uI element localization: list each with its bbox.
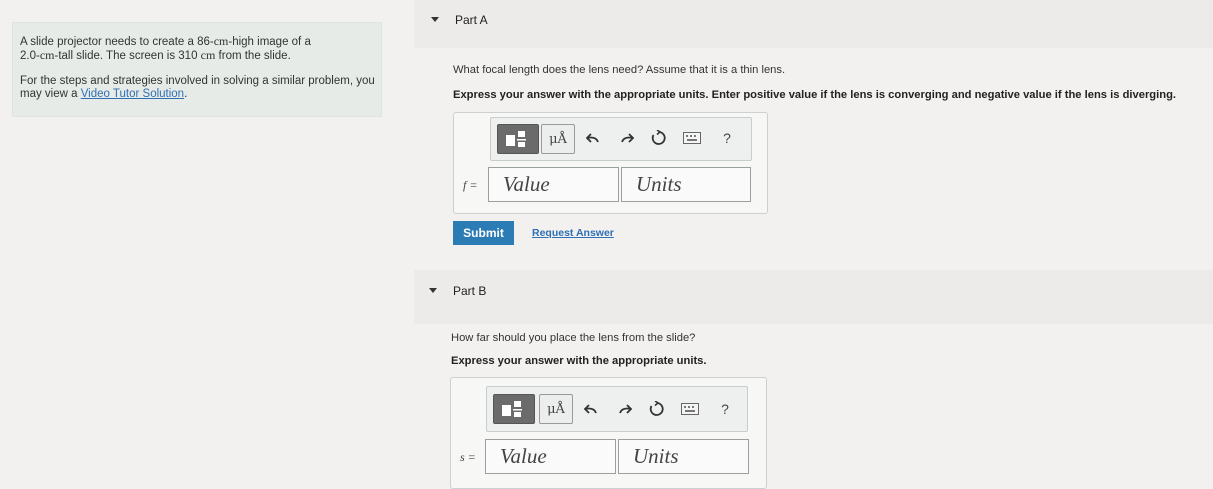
part-a-instruction: Express your answer with the appropriate…: [453, 89, 1177, 101]
keyboard-icon[interactable]: [681, 126, 703, 150]
s-variable-label: s =: [460, 450, 476, 464]
help-icon[interactable]: ?: [717, 126, 737, 150]
undo-icon[interactable]: [583, 126, 603, 150]
reset-icon[interactable]: [647, 397, 667, 421]
request-answer-link[interactable]: Request Answer: [532, 227, 614, 239]
keyboard-icon[interactable]: [679, 397, 701, 421]
value-input[interactable]: Value: [488, 167, 619, 202]
collapse-caret-icon[interactable]: [431, 17, 439, 22]
part-b-instruction: Express your answer with the appropriate…: [451, 355, 707, 367]
help-text: For the steps and strategies involved in…: [20, 75, 375, 100]
templates-icon: [506, 131, 526, 147]
part-a-toolbar: μÅ ?: [490, 117, 752, 161]
templates-button[interactable]: [497, 124, 539, 154]
part-a-title: Part A: [455, 13, 488, 27]
templates-icon: [502, 401, 522, 417]
f-variable-label: f =: [463, 178, 478, 192]
help-icon[interactable]: ?: [715, 397, 735, 421]
part-b-title: Part B: [453, 284, 487, 298]
units-input[interactable]: Units: [621, 167, 751, 202]
redo-icon[interactable]: [615, 397, 635, 421]
collapse-caret-icon[interactable]: [429, 288, 437, 293]
part-a-header[interactable]: [414, 0, 1213, 48]
part-a-question: What focal length does the lens need? As…: [453, 64, 786, 76]
part-b-question: How far should you place the lens from t…: [451, 332, 696, 344]
units-button[interactable]: μÅ: [539, 394, 573, 424]
value-input[interactable]: Value: [485, 439, 616, 474]
units-input[interactable]: Units: [618, 439, 749, 474]
templates-button[interactable]: [493, 394, 535, 424]
problem-statement: A slide projector needs to create a 86-c…: [20, 34, 311, 63]
undo-icon[interactable]: [581, 397, 601, 421]
submit-button[interactable]: Submit: [453, 221, 514, 245]
video-tutor-link[interactable]: Video Tutor Solution: [81, 88, 184, 100]
part-b-toolbar: μÅ ?: [486, 386, 748, 432]
units-button[interactable]: μÅ: [541, 124, 575, 154]
part-b-header[interactable]: [414, 270, 1213, 324]
redo-icon[interactable]: [617, 126, 637, 150]
reset-icon[interactable]: [649, 126, 669, 150]
